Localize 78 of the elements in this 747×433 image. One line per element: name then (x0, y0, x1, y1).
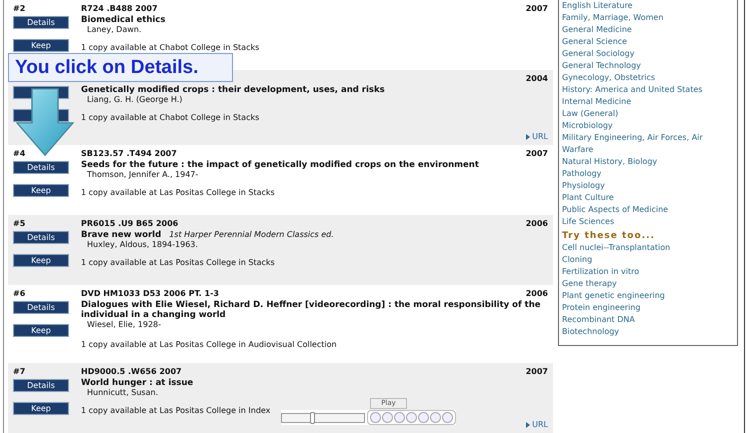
book-title[interactable]: Brave new world (81, 230, 162, 240)
record-number: #6 (13, 289, 26, 298)
availability-text: 1 copy available at Las Positas College in Index (81, 406, 272, 416)
instruction-callout: You click on Details. (8, 53, 233, 82)
author-name: Hunnicutt, Susan. (86, 388, 160, 398)
publication-year: 2007 (526, 366, 548, 377)
seek-slider[interactable] (281, 412, 365, 422)
details-button[interactable]: Details (13, 161, 69, 174)
related-topic-link[interactable]: Fertilization in vitro (562, 266, 734, 278)
publication-year: 2004 (526, 73, 548, 84)
author-name: Laney, Dawn. (86, 25, 142, 35)
author-name: Liang, G. H. (George H.) (86, 95, 184, 105)
subject-link[interactable]: History: America and United States (562, 84, 734, 96)
availability-text: 1 copy available at Las Positas College in Audiovisual Collection (81, 340, 338, 350)
keep-button[interactable]: Keep (13, 254, 69, 267)
subject-link[interactable]: General Science (562, 36, 734, 48)
book-title[interactable]: World hunger : at issue (81, 378, 194, 388)
author-name: Huxley, Aldous, 1894-1963. (86, 240, 199, 250)
subject-link[interactable]: Microbiology (562, 120, 734, 132)
record-number: #4 (13, 149, 26, 158)
publication-year: 2006 (526, 288, 548, 299)
subject-link[interactable]: Pathology (562, 168, 734, 180)
related-topic-link[interactable]: Protein engineering (562, 302, 734, 314)
book-title[interactable]: Biomedical ethics (81, 15, 166, 25)
details-button[interactable]: Details (13, 16, 69, 29)
call-number: DVD HM1033 D53 2006 PT. 1-3 (81, 289, 219, 298)
subject-link[interactable]: General Medicine (562, 24, 734, 36)
subject-link[interactable]: General Sociology (562, 48, 734, 60)
availability-text: 1 copy available at Las Positas College in Stacks (81, 188, 276, 198)
call-number: PR6015 .U9 B65 2006 (81, 219, 178, 228)
record-number: #2 (13, 4, 26, 13)
publication-year: 2007 (526, 3, 548, 14)
publication-year: 2007 (526, 148, 548, 159)
availability-text: 1 copy available at Las Positas College in Stacks (81, 258, 276, 268)
keep-button[interactable]: Keep (13, 402, 69, 415)
call-number: R724 .B488 2007 (81, 4, 158, 13)
book-title[interactable]: Genetically modified crops : their development, uses, and risks (81, 85, 385, 95)
publication-year: 2006 (526, 218, 548, 229)
subject-link[interactable]: General Technology (562, 60, 734, 72)
triangle-icon (526, 422, 530, 428)
subject-link[interactable]: English Literature (562, 0, 734, 12)
details-button[interactable]: Details (13, 379, 69, 392)
call-number: HD9000.5 .W656 2007 (81, 367, 182, 376)
related-topic-link[interactable]: Cloning (562, 254, 734, 266)
subject-link[interactable]: Natural History, Biology (562, 156, 734, 168)
subject-link[interactable]: Plant Culture (562, 192, 734, 204)
book-title[interactable]: Dialogues with Elie Wiesel, Richard D. Heffner [videorecording] : the moral responsibility of the individual in a changing world (81, 300, 548, 320)
keep-button[interactable]: Keep (13, 184, 69, 197)
book-title[interactable]: Seeds for the future : the impact of genetically modified crops on the environment (81, 160, 479, 170)
record-number: #7 (13, 367, 26, 376)
record-number: #5 (13, 219, 26, 228)
subject-link[interactable]: Law (General) (562, 108, 734, 120)
availability-text: 1 copy available at Chabot College in Stacks (81, 113, 260, 123)
keep-button[interactable]: Keep (13, 39, 69, 52)
subject-link[interactable]: Physiology (562, 180, 734, 192)
subject-link[interactable]: Gynecology, Obstetrics (562, 72, 734, 84)
call-number: SB123.57 .T494 2007 (81, 149, 177, 158)
details-button[interactable]: Details (13, 301, 69, 314)
related-topic-link[interactable]: Biotechnology (562, 326, 734, 338)
related-topic-link[interactable]: Recombinant DNA (562, 314, 734, 326)
related-heading: Try these too... (562, 230, 656, 242)
triangle-icon (526, 134, 530, 140)
url-link[interactable]: URL (526, 420, 548, 430)
author-name: Thomson, Jennifer A., 1947- (86, 170, 200, 180)
details-button[interactable]: Details (13, 231, 69, 244)
availability-text: 1 copy available at Chabot College in Stacks (81, 43, 260, 53)
author-name: Wiesel, Elie, 1928- (86, 320, 162, 330)
subject-link[interactable]: Military Engineering, Air Forces, Air Warfare (562, 132, 734, 156)
related-topic-link[interactable]: Gene therapy (562, 278, 734, 290)
subject-link[interactable]: Public Aspects of Medicine (562, 204, 734, 216)
subject-link[interactable]: Life Sciences (562, 216, 734, 228)
edition-note: 1st Harper Perennial Modern Classics ed. (169, 230, 334, 240)
related-topic-link[interactable]: Cell nuclei--Transplantation (562, 242, 734, 254)
subject-link[interactable]: Internal Medicine (562, 96, 734, 108)
keep-button[interactable]: Keep (13, 324, 69, 337)
subject-link[interactable]: Family, Marriage, Women (562, 12, 734, 24)
url-link[interactable]: URL (526, 132, 548, 142)
related-topic-link[interactable]: Plant genetic engineering (562, 290, 734, 302)
